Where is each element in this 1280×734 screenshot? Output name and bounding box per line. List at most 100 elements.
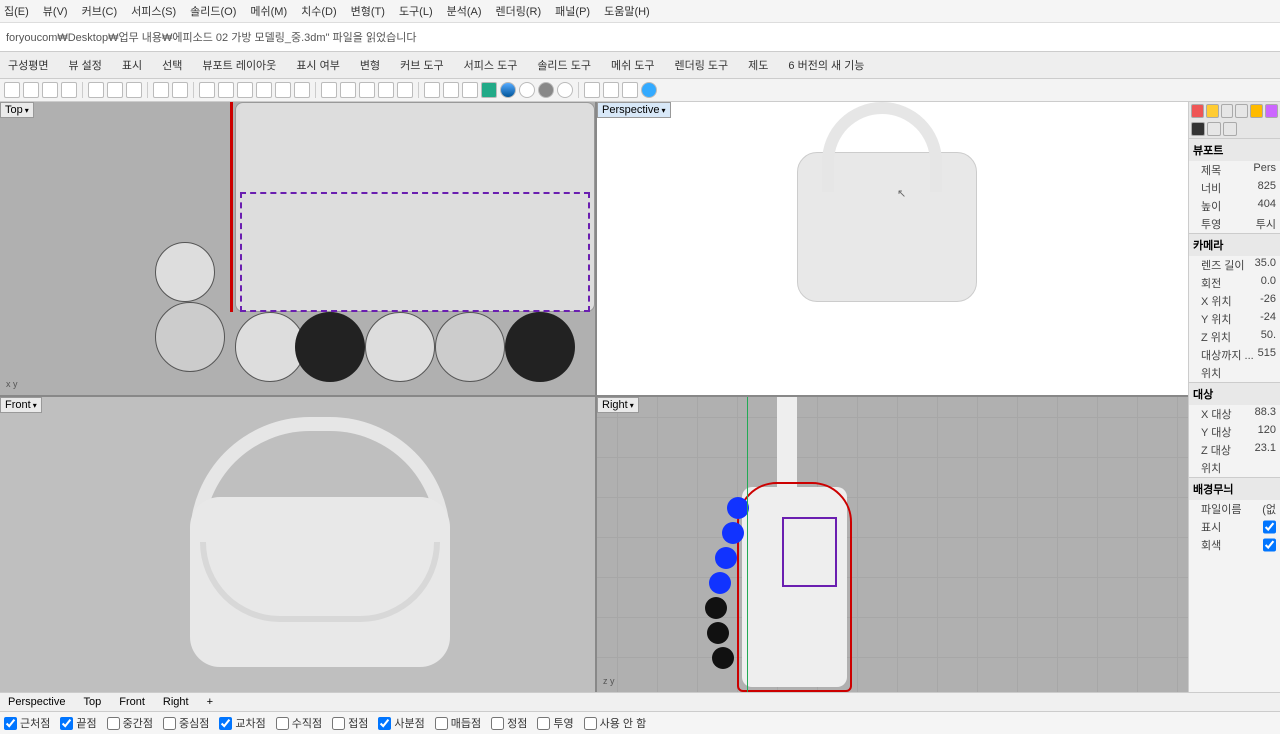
osnap-checkbox[interactable] [163, 717, 176, 730]
save-icon[interactable] [42, 82, 58, 98]
tool-tab[interactable]: 표시 여부 [292, 55, 344, 75]
tool-tab[interactable]: 변형 [356, 55, 384, 75]
new-icon[interactable] [4, 82, 20, 98]
help-tab-icon[interactable] [1235, 104, 1248, 118]
xray-icon[interactable] [557, 82, 573, 98]
camera-icon[interactable] [1191, 122, 1205, 136]
menu-item[interactable]: 도구(L) [399, 3, 433, 19]
osnap-checkbox[interactable] [4, 717, 17, 730]
osnap-item[interactable]: 접점 [332, 715, 368, 731]
menu-item[interactable]: 솔리드(O) [190, 3, 236, 19]
menu-item[interactable]: 서피스(S) [131, 3, 176, 19]
copy-icon[interactable] [107, 82, 123, 98]
osnap-checkbox[interactable] [219, 717, 232, 730]
snap-icon[interactable] [359, 82, 375, 98]
osnap-checkbox[interactable] [378, 717, 391, 730]
box-icon[interactable] [1207, 122, 1221, 136]
tool-tab[interactable]: 제도 [744, 55, 772, 75]
tool-tab[interactable]: 표시 [118, 55, 146, 75]
viewport-tab-add[interactable]: + [203, 695, 217, 709]
menu-item[interactable]: 뷰(V) [43, 3, 68, 19]
viewport-tab[interactable]: Perspective [4, 695, 69, 709]
tool-tab[interactable]: 메쉬 도구 [607, 55, 659, 75]
dropdown-icon[interactable]: ▾ [661, 106, 665, 115]
osnap-item[interactable]: 중간점 [107, 715, 153, 731]
pan-icon[interactable] [256, 82, 272, 98]
tool-tab[interactable]: 렌더링 도구 [671, 55, 733, 75]
viewport-perspective[interactable]: Perspective ▾ ↖ [597, 102, 1188, 395]
lock-icon[interactable] [622, 82, 638, 98]
redo-icon[interactable] [172, 82, 188, 98]
menu-item[interactable]: 커브(C) [82, 3, 118, 19]
viewport-top[interactable]: Top ▾ x y [0, 102, 595, 395]
layer-icon[interactable] [443, 82, 459, 98]
brush-icon[interactable] [1223, 122, 1237, 136]
display-tab-icon[interactable] [1221, 104, 1234, 118]
osnap-item[interactable]: 사용 안 함 [584, 715, 647, 731]
dropdown-icon[interactable]: ▾ [33, 401, 37, 410]
menu-item[interactable]: 렌더링(R) [496, 3, 542, 19]
viewport-tab[interactable]: Front [115, 695, 149, 709]
material-tab-icon[interactable] [1265, 104, 1278, 118]
undo-icon[interactable] [153, 82, 169, 98]
osnap-item[interactable]: 중심점 [163, 715, 209, 731]
viewport-label-perspective[interactable]: Perspective ▾ [597, 102, 671, 118]
grid-icon[interactable] [340, 82, 356, 98]
tool-tab[interactable]: 6 버전의 새 기능 [784, 55, 868, 75]
properties-icon[interactable] [462, 82, 478, 98]
menu-item[interactable]: 분석(A) [447, 3, 482, 19]
show-icon[interactable] [603, 82, 619, 98]
tool-tab[interactable]: 솔리드 도구 [533, 55, 595, 75]
ortho-icon[interactable] [378, 82, 394, 98]
viewport-label-top[interactable]: Top ▾ [0, 102, 34, 118]
tool-tab[interactable]: 커브 도구 [396, 55, 448, 75]
osnap-checkbox[interactable] [276, 717, 289, 730]
ghosted-icon[interactable] [538, 82, 554, 98]
help-icon[interactable] [641, 82, 657, 98]
dropdown-icon[interactable]: ▾ [25, 106, 29, 115]
scale-icon[interactable] [237, 82, 253, 98]
menu-item[interactable]: 집(E) [4, 3, 29, 19]
menu-item[interactable]: 변형(T) [351, 3, 385, 19]
shade-icon[interactable] [500, 82, 516, 98]
light-icon[interactable] [424, 82, 440, 98]
osnap-checkbox[interactable] [60, 717, 73, 730]
viewport-tab[interactable]: Top [79, 695, 105, 709]
osnap-item[interactable]: 투영 [537, 715, 573, 731]
viewport-label-right[interactable]: Right ▾ [597, 397, 639, 413]
osnap-checkbox[interactable] [435, 717, 448, 730]
osnap-item[interactable]: 근처점 [4, 715, 50, 731]
layers-tab-icon[interactable] [1206, 104, 1219, 118]
cplane-icon[interactable] [321, 82, 337, 98]
menu-item[interactable]: 도움말(H) [604, 3, 650, 19]
open-icon[interactable] [23, 82, 39, 98]
wireframe-icon[interactable] [519, 82, 535, 98]
print-icon[interactable] [61, 82, 77, 98]
osnap-checkbox[interactable] [537, 717, 550, 730]
tool-tab[interactable]: 뷰포트 레이아웃 [198, 55, 280, 75]
osnap-checkbox[interactable] [584, 717, 597, 730]
viewport-right[interactable]: Right ▾ z y [597, 397, 1188, 692]
tool-tab[interactable]: 선택 [158, 55, 186, 75]
sun-tab-icon[interactable] [1250, 104, 1263, 118]
tool-tab[interactable]: 구성평면 [4, 55, 52, 75]
osnap-item[interactable]: 매듭점 [435, 715, 481, 731]
properties-tab-icon[interactable] [1191, 104, 1204, 118]
osnap-item[interactable]: 수직점 [276, 715, 322, 731]
hide-icon[interactable] [584, 82, 600, 98]
menu-item[interactable]: 치수(D) [301, 3, 337, 19]
osnap-checkbox[interactable] [491, 717, 504, 730]
viewport-tab[interactable]: Right [159, 695, 193, 709]
viewport-label-front[interactable]: Front ▾ [0, 397, 42, 413]
cut-icon[interactable] [88, 82, 104, 98]
osnap-item[interactable]: 사분점 [378, 715, 424, 731]
dropdown-icon[interactable]: ▾ [630, 401, 634, 410]
rotate-icon[interactable] [218, 82, 234, 98]
viewport-front[interactable]: Front ▾ [0, 397, 595, 692]
zoom-extents-icon[interactable] [294, 82, 310, 98]
prop-row[interactable]: 회색 [1189, 536, 1280, 554]
osnap-checkbox[interactable] [332, 717, 345, 730]
move-icon[interactable] [199, 82, 215, 98]
tool-tab[interactable]: 서피스 도구 [460, 55, 522, 75]
render-icon[interactable] [481, 82, 497, 98]
